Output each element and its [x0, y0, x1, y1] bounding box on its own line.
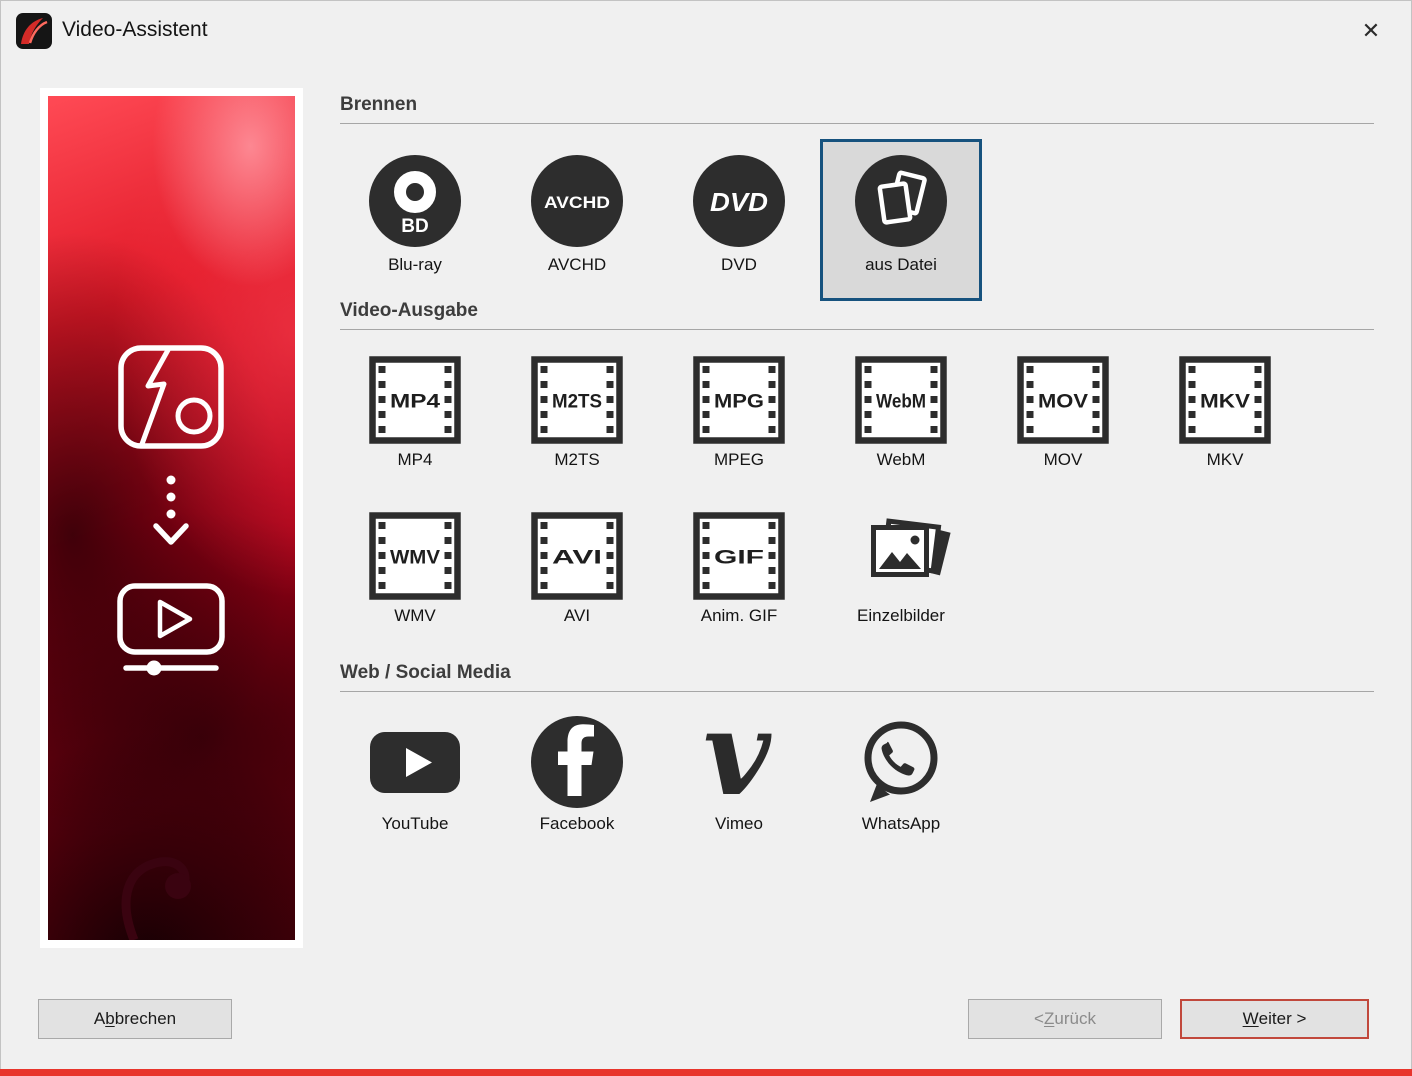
format-label: WebM [877, 450, 926, 470]
cancel-label: A [94, 1009, 105, 1029]
filmstrip-icon: MKV [1179, 356, 1271, 444]
burn-options-row: BD Blu-ray AVCHD AVCHD DVD DVD aus Datei [334, 139, 982, 301]
svg-text:AVCHD: AVCHD [544, 193, 610, 212]
vimeo-icon: v [693, 716, 785, 808]
format-label: MKV [1207, 450, 1244, 470]
video-format-row-1: MP4 MP4 M2TS M2TS MPG MPEG WebM WebM MOV… [334, 356, 1306, 470]
svg-text:v: v [703, 716, 772, 808]
filmstrip-icon: GIF [693, 512, 785, 600]
social-label: Facebook [540, 814, 615, 834]
close-icon[interactable]: ✕ [1354, 14, 1388, 48]
format-item-mkv[interactable]: MKV MKV [1144, 356, 1306, 470]
burn-item-label: AVCHD [548, 255, 606, 275]
bluray-disc-icon: BD [369, 155, 461, 247]
social-item-whatsapp[interactable]: WhatsApp [820, 716, 982, 834]
video-player-icon [120, 586, 222, 676]
titlebar: Video-Assistent ✕ [0, 0, 1412, 62]
burn-item-avchd[interactable]: AVCHD AVCHD [496, 139, 658, 301]
back-button[interactable]: < Zurück [968, 999, 1162, 1039]
social-item-vimeo[interactable]: v Vimeo [658, 716, 820, 834]
svg-text:MP4: MP4 [390, 391, 440, 413]
format-label: Einzelbilder [857, 606, 945, 626]
video-format-row-2: WMV WMV AVI AVI GIF Anim. GIF Einzelbild… [334, 512, 982, 626]
svg-text:MPG: MPG [714, 391, 764, 413]
social-item-facebook[interactable]: Facebook [496, 716, 658, 834]
format-item-einzelbilder[interactable]: Einzelbilder [820, 512, 982, 626]
preview-panel [40, 88, 303, 948]
dvd-icon: DVD [693, 155, 785, 247]
avchd-icon: AVCHD [531, 155, 623, 247]
social-label: YouTube [382, 814, 449, 834]
filmstrip-icon: MOV [1017, 356, 1109, 444]
filmstrip-icon: WMV [369, 512, 461, 600]
section-title-video-ausgabe: Video-Ausgabe [340, 300, 1374, 330]
file-icon [855, 155, 947, 247]
format-label: MPEG [714, 450, 764, 470]
flower-stem-shape [126, 862, 191, 940]
burn-item-label: aus Datei [865, 255, 937, 275]
format-item-wmv[interactable]: WMV WMV [334, 512, 496, 626]
format-item-webm[interactable]: WebM WebM [820, 356, 982, 470]
whatsapp-icon [855, 716, 947, 808]
burn-item-label: Blu-ray [388, 255, 442, 275]
dotted-arrow-down-icon [156, 476, 186, 543]
format-item-mpeg[interactable]: MPG MPEG [658, 356, 820, 470]
filmstrip-icon: M2TS [531, 356, 623, 444]
format-item-m2ts[interactable]: M2TS M2TS [496, 356, 658, 470]
svg-text:BD: BD [401, 216, 428, 237]
app-icon [16, 13, 52, 49]
svg-text:WebM: WebM [876, 391, 926, 413]
burn-item-aus-datei[interactable]: aus Datei [820, 139, 982, 301]
svg-text:GIF: GIF [714, 547, 764, 569]
format-item-mov[interactable]: MOV MOV [982, 356, 1144, 470]
svg-text:M2TS: M2TS [552, 391, 602, 413]
format-label: MP4 [398, 450, 433, 470]
social-label: Vimeo [715, 814, 763, 834]
bottom-accent-bar [0, 1069, 1412, 1076]
burn-item-dvd[interactable]: DVD DVD [658, 139, 820, 301]
back-label: < [1034, 1009, 1044, 1029]
cancel-button[interactable]: Abbrechen [38, 999, 232, 1039]
burn-item-bluray[interactable]: BD Blu-ray [334, 139, 496, 301]
format-item-avi[interactable]: AVI AVI [496, 512, 658, 626]
svg-text:AVI: AVI [552, 547, 602, 569]
burn-item-label: DVD [721, 255, 757, 275]
svg-text:WMV: WMV [390, 547, 440, 569]
filmstrip-icon: MPG [693, 356, 785, 444]
format-label: MOV [1044, 450, 1083, 470]
format-label: WMV [394, 606, 436, 626]
format-item-anim-gif[interactable]: GIF Anim. GIF [658, 512, 820, 626]
social-row: YouTube Facebook v Vimeo WhatsApp [334, 716, 982, 834]
social-item-youtube[interactable]: YouTube [334, 716, 496, 834]
format-label: M2TS [554, 450, 599, 470]
filmstrip-icon: AVI [531, 512, 623, 600]
format-label: AVI [564, 606, 590, 626]
svg-text:MKV: MKV [1200, 391, 1250, 413]
youtube-icon [369, 716, 461, 808]
svg-text:DVD: DVD [710, 187, 768, 217]
section-title-brennen: Brennen [340, 94, 1374, 124]
format-label: Anim. GIF [701, 606, 778, 626]
format-item-mp4[interactable]: MP4 MP4 [334, 356, 496, 470]
preview-overlay [48, 96, 295, 940]
next-button[interactable]: Weiter > [1180, 999, 1369, 1039]
section-title-web-social: Web / Social Media [340, 662, 1374, 692]
facebook-icon [531, 716, 623, 808]
filmstrip-icon: MP4 [369, 356, 461, 444]
social-label: WhatsApp [862, 814, 940, 834]
photo-stack-icon [849, 512, 953, 600]
filmstrip-icon: WebM [855, 356, 947, 444]
svg-text:MOV: MOV [1038, 391, 1088, 413]
window-title: Video-Assistent [62, 18, 208, 42]
media-import-icon [121, 348, 221, 446]
